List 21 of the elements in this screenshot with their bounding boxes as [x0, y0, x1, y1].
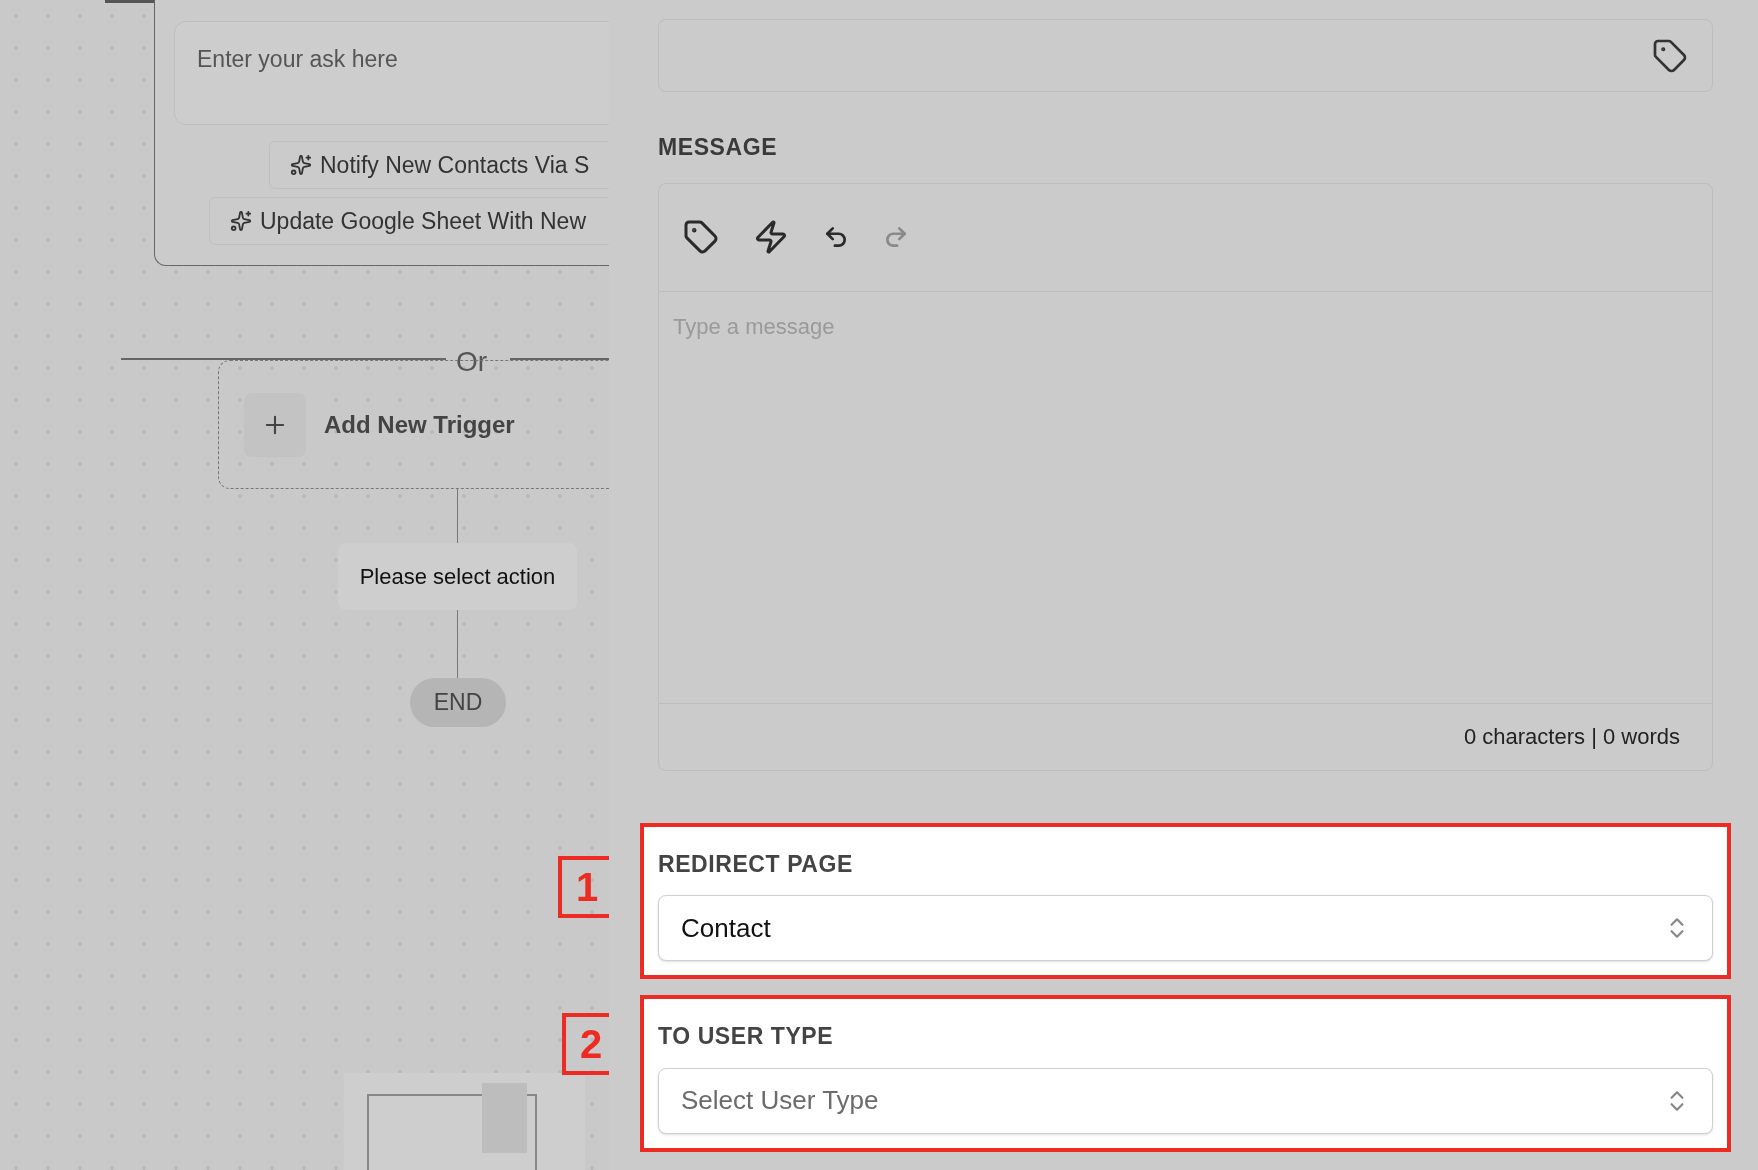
callout-number: 2: [562, 1013, 609, 1075]
end-node: END: [410, 678, 506, 727]
undo-icon[interactable]: [823, 224, 849, 250]
lightning-icon[interactable]: [753, 219, 789, 255]
action-node[interactable]: Please select action: [338, 543, 577, 610]
tag-icon[interactable]: [683, 219, 719, 255]
tag-icon: [1652, 37, 1688, 74]
message-label: MESSAGE: [658, 133, 779, 162]
field-label: TO USER TYPE: [658, 1022, 835, 1051]
sparkle-icon: [290, 154, 312, 176]
tag-field[interactable]: [658, 19, 1713, 92]
select-field[interactable]: Select User Type: [658, 1067, 1713, 1134]
field-label: REDIRECT PAGE: [658, 849, 854, 879]
callout-number: 1: [558, 856, 609, 918]
suggestion-chip[interactable]: Notify New Contacts Via S: [269, 141, 609, 189]
suggestion-chip[interactable]: Update Google Sheet With New: [209, 197, 609, 245]
character-counter: 0 characters | 0 words: [1463, 723, 1680, 751]
select-field[interactable]: Contact: [658, 895, 1713, 961]
sparkle-icon: [230, 210, 252, 232]
prompt-field[interactable]: Enter your ask here: [174, 21, 609, 125]
add-trigger-label: Add New Trigger: [324, 409, 515, 440]
